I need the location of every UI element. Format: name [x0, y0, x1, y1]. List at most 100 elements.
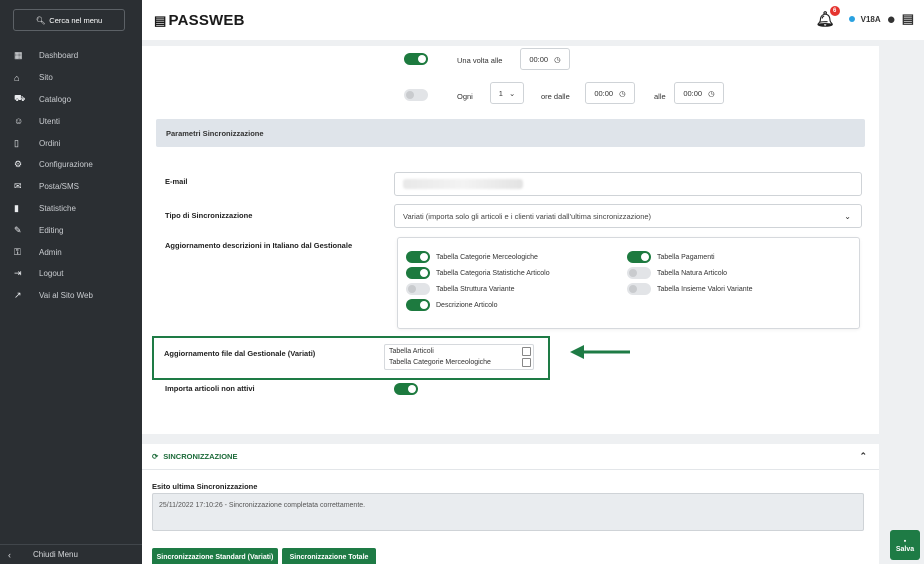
sidebar-item-statistiche[interactable]: ▮ Statistiche [0, 198, 142, 220]
chevron-down-icon: ⌄ [844, 211, 851, 221]
bar-chart-icon: ▮ [14, 202, 19, 213]
toggle-switch[interactable] [406, 251, 430, 263]
sidebar-item-label: Configurazione [39, 160, 93, 170]
sidebar-item-label: Posta/SMS [39, 182, 80, 192]
toggle-row: Tabella Categorie Merceologiche [406, 251, 538, 263]
toggle-label: Tabella Natura Articolo [657, 269, 728, 277]
toggle-label: Tabella Pagamenti [657, 253, 715, 261]
every-toggle[interactable] [404, 89, 428, 101]
notifications-bell-icon[interactable]: 🔔︎ 6 [816, 6, 840, 28]
checkbox[interactable] [522, 358, 531, 367]
toggle-label: Tabella Categoria Statistiche Articolo [436, 269, 550, 277]
external-link-icon: ↗ [14, 290, 22, 301]
clock-icon: ◷ [708, 88, 715, 98]
sync-standard-button[interactable]: Sincronizzazione Standard (Variati) [152, 548, 278, 564]
toggle-row: Descrizione Articolo [406, 299, 497, 311]
sidebar-item-label: Catalogo [39, 94, 72, 104]
clock-icon: ◷ [554, 54, 561, 64]
notification-badge: 6 [829, 6, 840, 16]
toggle-row: Tabella Insieme Valori Variante [627, 283, 752, 295]
once-toggle[interactable] [404, 53, 428, 65]
sync-type-select[interactable]: Variati (importa solo gli articoli e i c… [394, 204, 862, 228]
home-icon: ⌂ [14, 72, 20, 83]
sidebar-item-dashboard[interactable]: ▦ Dashboard [0, 45, 142, 67]
logo-text: PASSWEB [168, 12, 245, 29]
file-update-label: Aggiornamento file dal Gestionale (Varia… [164, 349, 316, 358]
sidebar-item-label: Logout [39, 269, 64, 279]
from-time-field[interactable]: 00:00 ◷ [585, 82, 635, 104]
sync-type-label: Tipo di Sincronizzazione [165, 211, 253, 220]
logo: ▤ PASSWEB [154, 12, 245, 29]
sync-panel-header[interactable]: ⟳ SINCRONIZZAZIONE ⌃ [142, 444, 879, 470]
chevron-down-icon: ⌄ [508, 88, 516, 98]
dashboard-icon: ▦ [14, 50, 23, 61]
to-time-field[interactable]: 00:00 ◷ [674, 82, 724, 104]
collapse-menu-button[interactable]: ‹ Chiudi Menu [0, 544, 142, 564]
toggle-label: Tabella Insieme Valori Variante [657, 285, 753, 293]
to-time-value: 00:00 [683, 88, 703, 98]
sidebar-item-label: Dashboard [39, 51, 79, 61]
users-icon: ☺ [14, 116, 24, 127]
lock-icon: ⚿ [14, 246, 21, 257]
logo-icon: ▤ [154, 12, 167, 28]
toggle-switch[interactable] [406, 267, 430, 279]
file-icon: ▯ [14, 137, 19, 148]
sync-panel-title: SINCRONIZZAZIONE [163, 452, 238, 461]
sidebar-item-sito[interactable]: ⌂ Sito [0, 67, 142, 89]
sidebar-item-posta-sms[interactable]: ✉ Posta/SMS [0, 176, 142, 198]
user-code[interactable]: V18A [861, 15, 881, 24]
to-label: alle [654, 92, 666, 101]
mail-icon: ✉ [14, 181, 22, 192]
sidebar-item-label: Editing [39, 225, 64, 235]
list-item[interactable]: Tabella Articoli [389, 347, 531, 356]
sidebar-item-label: Admin [39, 247, 62, 257]
sidebar-item-label: Vai al Sito Web [39, 291, 93, 301]
toggle-switch[interactable] [627, 283, 651, 295]
every-select[interactable]: 1 ⌄ [490, 82, 524, 104]
file-update-list: Tabella Articoli Tabella Categorie Merce… [384, 344, 534, 370]
arrow-left-icon [570, 345, 630, 359]
save-label: Salva [895, 545, 915, 553]
sidebar-item-logout[interactable]: ⇥ Logout [0, 263, 142, 285]
sidebar-item-catalogo[interactable]: ⛟ Catalogo [0, 89, 142, 111]
list-item-label: Tabella Categorie Merceologiche [389, 359, 491, 366]
descriptions-box: Tabella Categorie Merceologiche Tabella C… [397, 237, 860, 329]
inactive-toggle[interactable] [394, 383, 418, 395]
sidebar-item-label: Ordini [39, 138, 61, 148]
toggle-switch[interactable] [627, 251, 651, 263]
sidebar-item-editing[interactable]: ✎ Editing [0, 219, 142, 241]
user-avatar-icon[interactable]: ● [887, 11, 896, 28]
toggle-label: Tabella Struttura Variante [436, 285, 515, 293]
list-item[interactable]: Tabella Categorie Merceologiche [389, 358, 531, 367]
refresh-icon: ⟳ [152, 452, 159, 461]
once-time-field[interactable]: 00:00 ◷ [520, 48, 570, 70]
toggle-row: Tabella Pagamenti [627, 251, 715, 263]
sidebar-item-utenti[interactable]: ☺ Utenti [0, 110, 142, 132]
toggle-switch[interactable] [406, 283, 430, 295]
menu-search-button[interactable]: 🔍︎ Cerca nel menu [13, 9, 125, 31]
result-textarea[interactable]: 25/11/2022 17:10:26 - Sincronizzazione c… [152, 493, 864, 531]
params-section-header: Parametri Sincronizzazione [156, 119, 865, 147]
email-field[interactable] [394, 172, 862, 196]
checkbox[interactable] [522, 347, 531, 356]
from-label: ore dalle [541, 92, 570, 101]
status-dot-icon [848, 16, 855, 22]
sidebar-item-admin[interactable]: ⚿ Admin [0, 241, 142, 263]
sidebar-item-configurazione[interactable]: ⚙ Configurazione [0, 154, 142, 176]
sync-panel: ⟳ SINCRONIZZAZIONE ⌃ Esito ultima Sincro… [142, 444, 879, 564]
toggle-row: Tabella Categoria Statistiche Articolo [406, 267, 550, 279]
toggle-switch[interactable] [406, 299, 430, 311]
sidebar-item-label: Utenti [39, 116, 60, 126]
document-icon[interactable]: ▤ [902, 11, 914, 27]
save-button[interactable]: ▪ Salva [890, 530, 920, 560]
chevron-up-icon[interactable]: ⌃ [859, 451, 867, 462]
email-value-blurred [403, 179, 523, 189]
sync-total-button[interactable]: Sincronizzazione Totale [282, 548, 376, 564]
top-header: ▤ PASSWEB 🔔︎ 6 V18A ● ▤ [142, 0, 924, 40]
sidebar-item-ordini[interactable]: ▯ Ordini [0, 132, 142, 154]
sidebar-item-vai-al-sito-web[interactable]: ↗ Vai al Sito Web [0, 285, 142, 307]
sidebar-item-label: Sito [39, 73, 53, 83]
sidebar-nav: ▦ Dashboard ⌂ Sito ⛟ Catalogo ☺ Utenti ▯ Ordini ⚙ C… [0, 45, 142, 307]
toggle-switch[interactable] [627, 267, 651, 279]
email-label: E-mail [165, 177, 188, 186]
